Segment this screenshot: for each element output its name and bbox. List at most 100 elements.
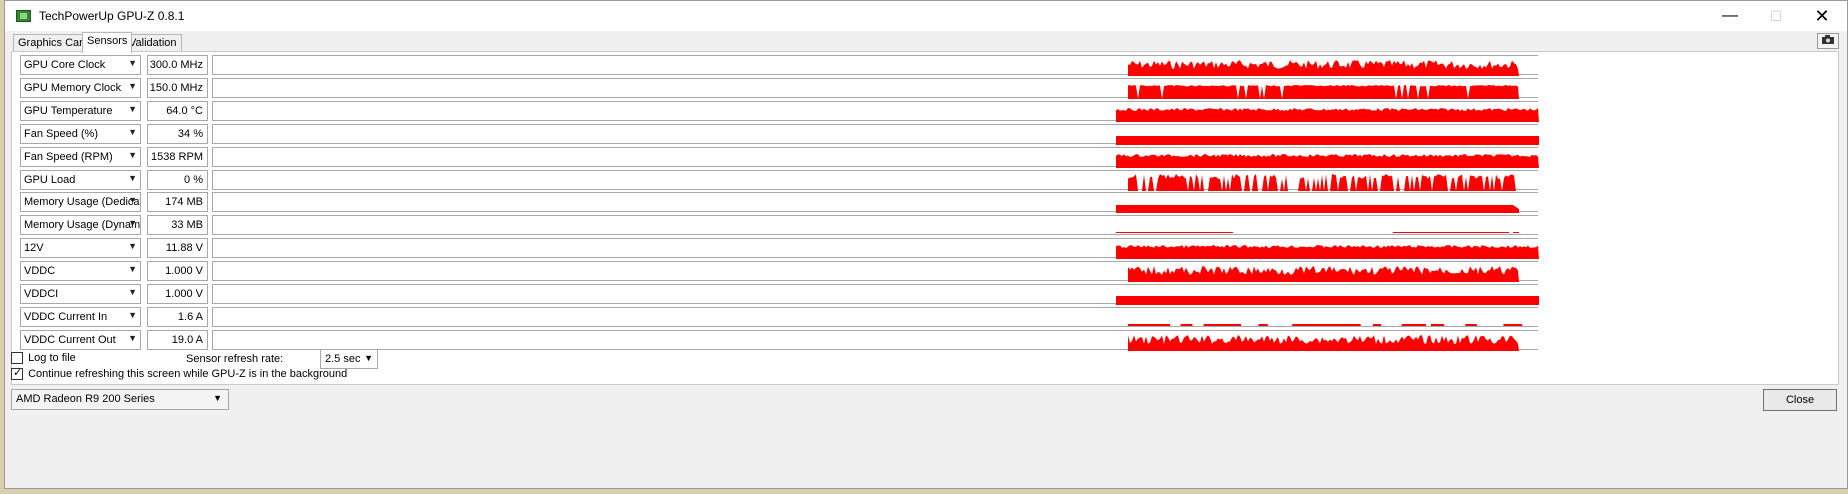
sensor-graph-fill <box>1116 296 1539 305</box>
tab-sensors[interactable]: Sensors <box>82 32 133 53</box>
log-to-file-checkbox[interactable] <box>11 352 23 365</box>
chevron-down-icon: ▼ <box>128 80 137 91</box>
sensor-name-select[interactable]: VDDCI ▼ <box>20 284 141 304</box>
tab-validation[interactable]: Validation <box>124 34 182 52</box>
sensor-name: VDDC Current In <box>24 310 108 323</box>
sensor-name-select[interactable]: GPU Temperature ▼ <box>20 100 141 121</box>
camera-icon[interactable] <box>1817 33 1839 49</box>
continue-refresh-option[interactable]: Continue refreshing this screen while GP… <box>11 366 347 382</box>
chevron-down-icon: ▼ <box>128 309 137 320</box>
sensor-row: VDDCI ▼ 1.000 V <box>12 283 1838 305</box>
chevron-down-icon: ▼ <box>128 58 137 68</box>
close-window-button[interactable]: ✕ <box>1799 1 1845 31</box>
maximize-button[interactable]: ☐ <box>1753 1 1799 31</box>
sensor-value: 33 MB <box>147 215 208 236</box>
chevron-down-icon: ▼ <box>128 172 137 183</box>
sensor-graph-trace <box>1128 334 1519 351</box>
sensor-name: VDDC Current Out <box>24 333 116 346</box>
sensor-row: VDDC Current In ▼ 1.6 A <box>12 306 1838 328</box>
sensor-graph-fill <box>1116 245 1539 260</box>
sensor-name-select[interactable]: GPU Core Clock ▼ <box>20 55 141 75</box>
gpu-select[interactable]: AMD Radeon R9 200 Series ▼ <box>11 389 229 410</box>
sensor-name-select[interactable]: VDDC Current In ▼ <box>20 306 141 327</box>
sensor-graph-trace <box>1116 232 1519 234</box>
sensor-graph-fill <box>1116 107 1539 122</box>
sensor-value: 19.0 A <box>147 329 208 350</box>
chevron-down-icon: ▼ <box>128 126 137 137</box>
refresh-rate-value: 2.5 sec <box>325 353 361 365</box>
sensor-row: Memory Usage (Dynamic) ▼ 33 MB <box>12 214 1838 236</box>
sensor-graph <box>212 329 1538 351</box>
sensor-graph-fill <box>1116 232 1519 234</box>
sensor-name: Memory Usage (Dedicated) <box>24 196 140 209</box>
sensor-row: GPU Temperature ▼ 64.0 °C <box>12 100 1838 122</box>
sensor-name-select[interactable]: VDDC ▼ <box>20 261 141 282</box>
sensor-name-select[interactable]: Memory Usage (Dynamic) ▼ <box>20 215 141 236</box>
sensor-value: 1538 RPM <box>147 146 208 167</box>
chevron-down-icon: ▼ <box>128 241 137 252</box>
sensor-name: GPU Temperature <box>24 104 113 117</box>
sensor-value: 1.000 V <box>147 261 208 282</box>
sensor-graph <box>212 192 1538 214</box>
sensor-graph-trace <box>1116 135 1539 145</box>
sensor-row: GPU Memory Clock ▼ 150.0 MHz <box>12 77 1838 99</box>
sensor-graph <box>212 215 1538 236</box>
sensor-name-select[interactable]: GPU Load ▼ <box>20 169 141 190</box>
sensor-graph <box>212 100 1539 122</box>
sensor-graph-fill <box>1128 173 1519 191</box>
sensor-graph <box>212 55 1538 76</box>
sensor-value: 150.0 MHz <box>147 77 208 98</box>
sensor-row: GPU Core Clock ▼ 300.0 MHz <box>12 54 1838 76</box>
chevron-down-icon: ▼ <box>128 218 137 229</box>
chevron-down-icon: ▼ <box>128 332 137 343</box>
sensor-name-select[interactable]: Memory Usage (Dedicated)▼ <box>20 192 141 213</box>
sensor-name-select[interactable]: GPU Memory Clock ▼ <box>20 77 141 98</box>
sensor-panel: GPU Core Clock ▼ 300.0 MHz GPU Memory Clock… <box>11 51 1839 385</box>
sensor-row: GPU Load ▼ 0 % <box>12 169 1838 191</box>
sensor-name-select[interactable]: Fan Speed (%) ▼ <box>20 123 141 144</box>
sensor-graph-trace <box>1128 173 1519 191</box>
sensor-graph-fill <box>1128 334 1519 351</box>
camera-icon-glyph <box>1822 35 1834 44</box>
chevron-down-icon: ▼ <box>128 195 137 206</box>
sensor-row: 12V ▼ 11.88 V <box>12 237 1838 260</box>
minimize-button[interactable]: — <box>1707 1 1753 31</box>
sensor-name: VDDC <box>24 265 56 278</box>
sensor-graph <box>212 238 1539 260</box>
sensor-value: 1.000 V <box>147 284 208 304</box>
sensor-graph-trace <box>1128 60 1519 76</box>
sensor-graph <box>212 169 1538 191</box>
sensor-graph <box>212 284 1539 305</box>
sensor-graph-trace <box>1116 296 1539 305</box>
sensor-graph-trace <box>1116 107 1539 122</box>
sensor-row: Fan Speed (%) ▼ 34 % <box>12 123 1838 145</box>
log-to-file-option[interactable]: Log to file <box>11 352 76 366</box>
sensor-graph-fill <box>1128 84 1519 99</box>
sensor-name-select[interactable]: 12V ▼ <box>20 238 141 259</box>
sensor-name: GPU Load <box>24 173 76 186</box>
continue-refresh-checkbox[interactable] <box>11 366 23 381</box>
sensor-value: 1.6 A <box>147 306 208 327</box>
sensor-graph <box>212 77 1538 99</box>
sensor-graph-fill <box>1128 60 1519 76</box>
sensor-row: VDDC Current Out ▼ 19.0 A <box>12 329 1838 351</box>
sensor-graph-fill <box>1116 153 1539 168</box>
close-button[interactable]: Close <box>1763 389 1837 411</box>
sensor-graph-trace <box>1116 205 1519 214</box>
gpu-select-value: AMD Radeon R9 200 Series <box>16 393 155 405</box>
chevron-down-icon: ▼ <box>128 103 137 114</box>
sensor-name-select[interactable]: VDDC Current Out ▼ <box>20 329 141 350</box>
sensor-value: 300.0 MHz <box>147 55 208 75</box>
sensor-name: Fan Speed (%) <box>24 127 98 140</box>
refresh-rate-label: Sensor refresh rate: <box>186 353 284 365</box>
sensor-options: Log to file Sensor refresh rate: 2.5 sec… <box>11 349 811 388</box>
sensor-name: GPU Memory Clock <box>24 81 122 94</box>
title-bar: TechPowerUp GPU-Z 0.8.1 — ☐ ✕ <box>5 1 1847 31</box>
sensor-name-select[interactable]: Fan Speed (RPM) ▼ <box>20 146 141 167</box>
sensor-row: VDDC ▼ 1.000 V <box>12 260 1838 283</box>
sensor-graph-trace <box>1128 266 1519 283</box>
chevron-down-icon: ▼ <box>364 353 373 363</box>
window-title: TechPowerUp GPU-Z 0.8.1 <box>39 9 185 23</box>
refresh-rate-select[interactable]: 2.5 sec ▼ <box>320 349 378 369</box>
sensor-graph-fill <box>1128 323 1523 326</box>
